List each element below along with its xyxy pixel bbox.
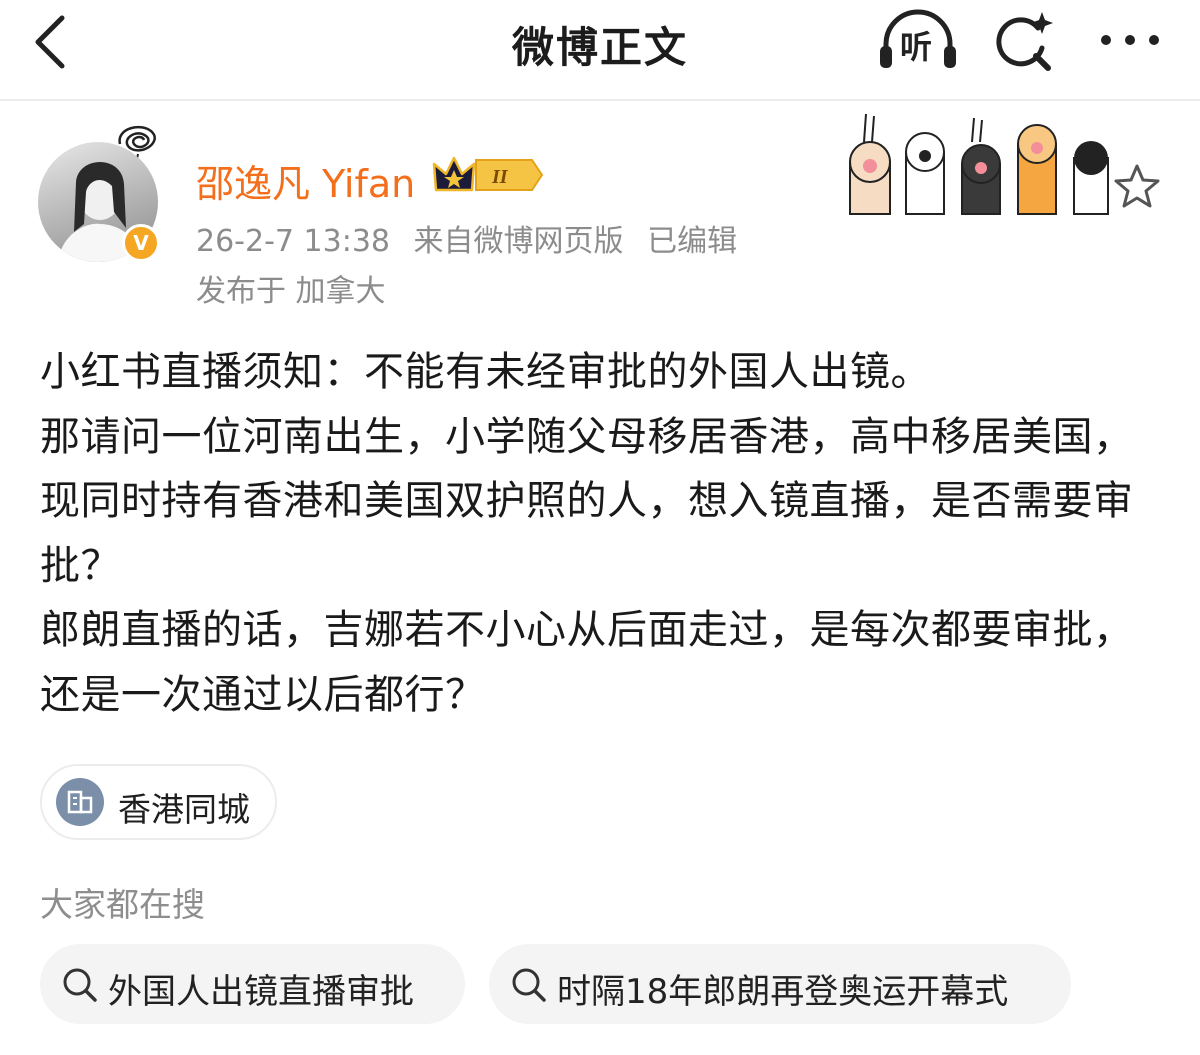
post-source: 来自微博网页版 (413, 224, 624, 259)
vip-level-text: II (491, 166, 509, 188)
trending-search-label: 时隔18年郎朗再登奥运开幕式 (557, 972, 1009, 1012)
trending-heading: 大家都在搜 (40, 885, 205, 924)
building-icon (56, 778, 104, 826)
post-content: 小红书直播须知：不能有未经审批的外国人出镜。 那请问一位河南出生，小学随父母移居… (40, 340, 1165, 727)
author-avatar[interactable]: V (38, 120, 168, 270)
post-paragraph: 小红书直播须知：不能有未经审批的外国人出镜。 (40, 349, 931, 395)
more-dots-icon (1101, 35, 1159, 45)
trending-search-item[interactable]: 时隔18年郎朗再登奥运开幕式 (489, 944, 1071, 1024)
more-options-button[interactable] (1094, 20, 1166, 60)
vip-crown-badge-icon: II (432, 156, 544, 192)
post-paragraph: 那请问一位河南出生，小学随父母移居香港，高中移居美国，现同时持有香港和美国双护照… (40, 413, 1134, 589)
trending-search-label: 外国人出镜直播审批 (108, 972, 414, 1012)
top-nav-bar: 微博正文 听 (0, 0, 1200, 101)
verified-badge: V (122, 224, 160, 262)
smart-search-button[interactable] (990, 8, 1060, 74)
post-timestamp: 26-2-7 13:38 (196, 224, 390, 259)
post-paragraph: 郎朗直播的话，吉娜若不小心从后面走过，是每次都要审批，还是一次通过以后都行？ (40, 607, 1134, 718)
post-edited-flag[interactable]: 已编辑 (647, 224, 737, 259)
author-name[interactable]: 邵逸凡 Yifan (196, 153, 415, 208)
trending-search-item[interactable]: 外国人出镜直播审批 (40, 944, 465, 1024)
search-icon (63, 968, 97, 1002)
sparkle-search-icon (996, 12, 1053, 71)
star-icon[interactable] (1112, 162, 1162, 210)
location-tag-label: 香港同城 (118, 790, 250, 829)
weibo-post-page: 微博正文 听 V 邵逸凡 Yifan II 26-2-7 13:38 来自微博网… (0, 0, 1200, 1055)
post-location: 发布于 加拿大 (196, 274, 386, 309)
listen-button[interactable]: 听 (876, 6, 960, 76)
listen-label: 听 (900, 28, 933, 66)
location-tag-chip[interactable]: 香港同城 (40, 764, 277, 840)
search-icon (512, 968, 546, 1002)
cat-paw-decoration-icon (849, 113, 1109, 215)
post-meta: 26-2-7 13:38 来自微博网页版 已编辑 (196, 216, 751, 260)
